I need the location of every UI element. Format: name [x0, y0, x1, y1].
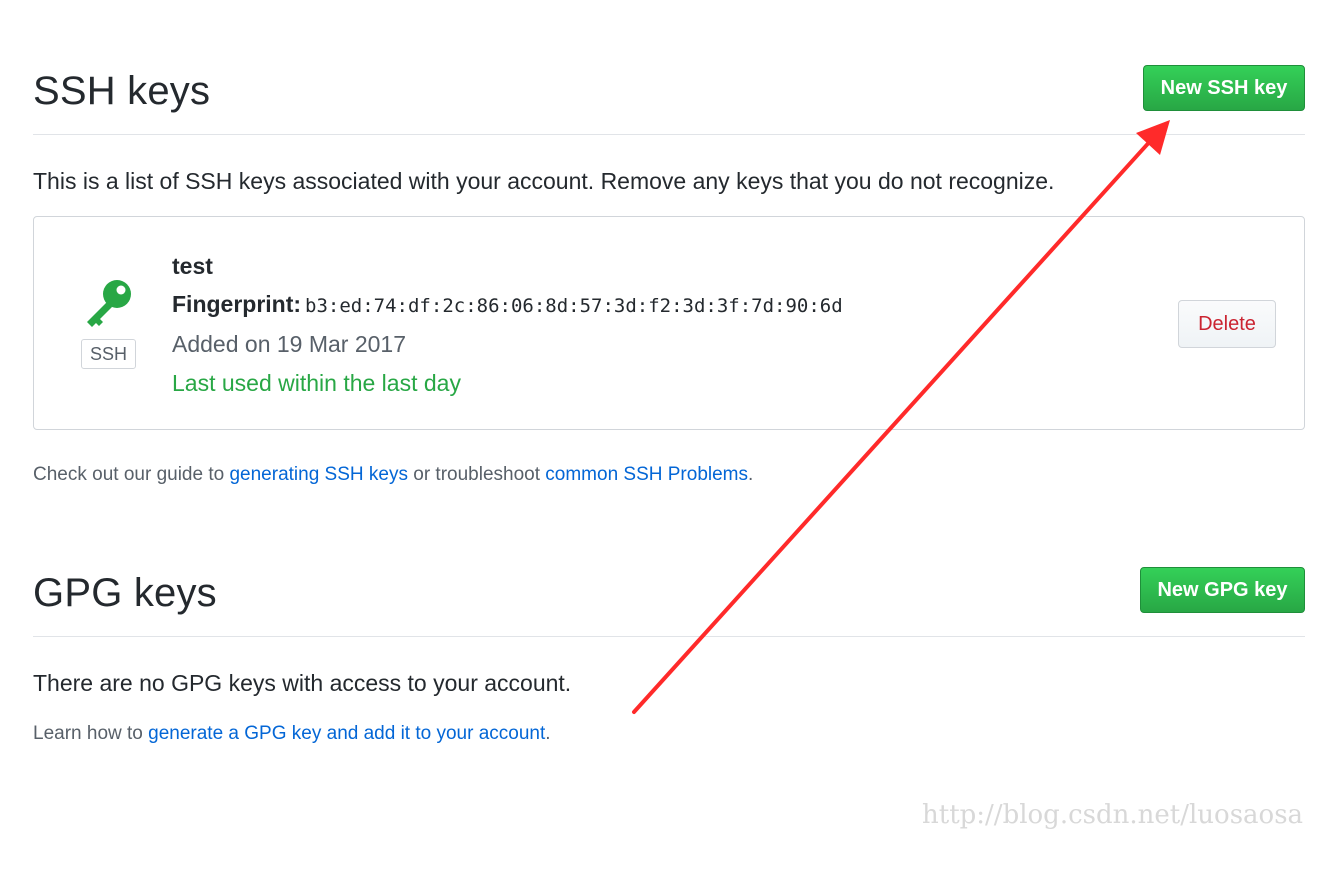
gpg-keys-title: GPG keys: [33, 571, 217, 615]
ssh-key-last-used: Last used within the last day: [172, 370, 461, 396]
ssh-keys-intro: This is a list of SSH keys associated wi…: [33, 168, 1055, 194]
ssh-help-middle: or troubleshoot: [407, 464, 546, 485]
ssh-section-header: SSH keys New SSH key: [33, 58, 1305, 135]
ssh-help-prefix: Check out our guide to: [33, 464, 230, 485]
key-icon: [87, 280, 131, 327]
ssh-key-title: test: [172, 253, 213, 279]
ssh-key-fingerprint: Fingerprint: b3:ed:74:df:2c:86:06:8d:57:3…: [172, 291, 843, 318]
gpg-help-text: Learn how to generate a GPG key and add …: [33, 723, 551, 745]
new-gpg-key-button[interactable]: New GPG key: [1140, 567, 1305, 613]
ssh-key-item: SSH test Fingerprint: b3:ed:74:df:2c:86:0…: [33, 216, 1305, 430]
gpg-keys-intro: There are no GPG keys with access to you…: [33, 670, 572, 696]
delete-ssh-key-button[interactable]: Delete: [1178, 300, 1276, 348]
gpg-section-header: GPG keys New GPG key: [33, 560, 1305, 637]
gpg-help-prefix: Learn how to: [33, 723, 149, 744]
gpg-help-suffix: .: [545, 723, 551, 744]
ssh-help-text: Check out our guide to generating SSH ke…: [33, 464, 753, 486]
generating-ssh-keys-link[interactable]: generating SSH keys: [229, 464, 408, 485]
common-ssh-problems-link[interactable]: common SSH Problems: [545, 464, 748, 485]
fingerprint-label: Fingerprint:: [172, 291, 302, 317]
generate-gpg-key-link[interactable]: generate a GPG key and add it to your ac…: [148, 723, 545, 744]
ssh-keys-title: SSH keys: [33, 69, 211, 113]
fingerprint-value: b3:ed:74:df:2c:86:06:8d:57:3d:f2:3d:3f:7…: [305, 295, 843, 317]
ssh-help-suffix: .: [748, 464, 754, 485]
watermark-text: http://blog.csdn.net/luosaosa: [922, 800, 1304, 830]
new-ssh-key-button[interactable]: New SSH key: [1143, 65, 1305, 111]
ssh-key-added-date: Added on 19 Mar 2017: [172, 331, 407, 357]
ssh-key-type-badge: SSH: [81, 339, 136, 369]
